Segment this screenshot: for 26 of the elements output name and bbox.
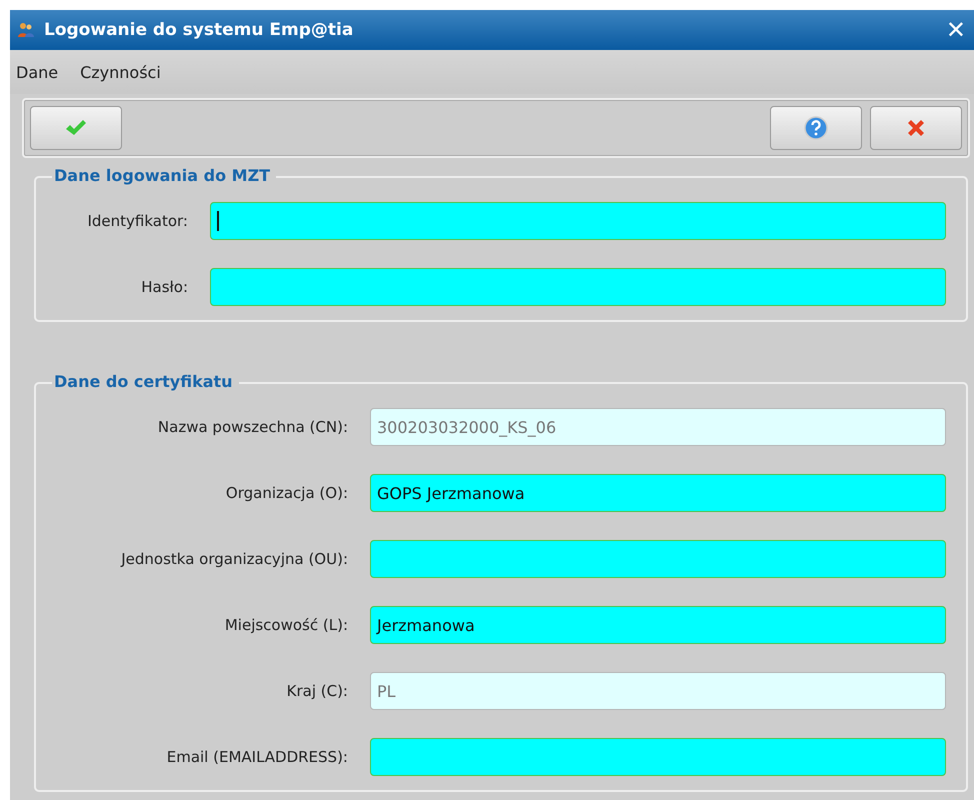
window-title: Logowanie do systemu Emp@tia xyxy=(44,20,354,40)
menu-item[interactable]: Dane xyxy=(16,62,58,82)
close-button[interactable]: ✕ xyxy=(946,18,966,42)
cancel-button[interactable] xyxy=(870,106,962,150)
input-field[interactable] xyxy=(370,738,946,776)
field-label: Email (EMAILADDRESS): xyxy=(166,748,348,766)
field-label: Miejscowość (L): xyxy=(224,616,348,634)
field-label: Hasło: xyxy=(140,278,188,296)
input-field[interactable] xyxy=(210,202,946,240)
ok-button[interactable] xyxy=(30,106,122,150)
input-field[interactable]: Jerzmanowa xyxy=(370,606,946,644)
group-title: Dane logowania do MZT xyxy=(52,166,276,185)
menu-item[interactable]: Czynności xyxy=(80,62,161,82)
field-label: Nazwa powszechna (CN): xyxy=(156,418,348,436)
field-label: Jednostka organizacyjna (OU): xyxy=(120,550,348,568)
input-field[interactable]: GOPS Jerzmanowa xyxy=(370,474,946,512)
input-field[interactable] xyxy=(370,540,946,578)
field-label: Kraj (C): xyxy=(286,682,348,700)
field-label: Identyfikator: xyxy=(86,212,188,230)
help-icon xyxy=(804,116,828,140)
checkmark-icon xyxy=(65,119,87,137)
users-icon xyxy=(18,22,34,38)
help-button[interactable] xyxy=(770,106,862,150)
group-title: Dane do certyfikatu xyxy=(52,372,239,391)
field-label: Organizacja (O): xyxy=(224,484,348,502)
input-field[interactable] xyxy=(210,268,946,306)
